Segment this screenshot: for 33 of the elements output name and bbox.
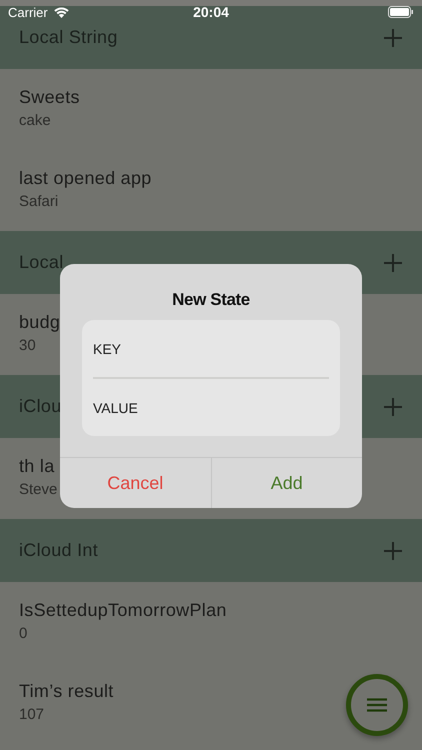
- text-input[interactable]: VALUE: [93, 400, 329, 416]
- section-title: iCloud Int: [19, 540, 98, 561]
- item-value: cake: [19, 112, 51, 129]
- item-name: IsSettedupTomorrowPlan: [19, 600, 227, 621]
- item-name: Tim’s result: [19, 681, 114, 702]
- add-icon[interactable]: [383, 396, 403, 416]
- add-icon[interactable]: [383, 540, 403, 560]
- text-input[interactable]: KEY: [93, 340, 329, 356]
- text-field[interactable]: VALUE: [82, 379, 340, 436]
- item-name: Sweets: [19, 87, 80, 108]
- add-icon[interactable]: [383, 252, 403, 272]
- item-value: 107: [19, 706, 44, 723]
- text-field[interactable]: KEY: [82, 320, 340, 377]
- dialog-button[interactable]: Add: [210, 458, 362, 508]
- item-value: Safari: [19, 193, 58, 210]
- item-name: budg: [19, 312, 60, 333]
- menu-button[interactable]: [346, 674, 408, 736]
- dialog-title: New State: [172, 290, 250, 310]
- carrier-label: Carrier: [8, 4, 48, 20]
- item-value: Steve: [19, 481, 58, 498]
- clock-time: 20:04: [193, 4, 229, 20]
- wifi-icon: [52, 6, 70, 18]
- item-value: 0: [19, 625, 28, 642]
- menu-icon: [367, 698, 387, 712]
- battery-icon: [388, 6, 414, 18]
- dialog-button[interactable]: Cancel: [60, 458, 210, 508]
- item-name: th la: [19, 456, 55, 477]
- section-title: Local String: [19, 27, 118, 48]
- section-title: Local: [19, 252, 64, 273]
- add-icon[interactable]: [383, 28, 403, 48]
- section-title: iClou: [19, 396, 62, 417]
- item-name: last opened app: [19, 168, 152, 189]
- item-value: 30: [19, 337, 36, 354]
